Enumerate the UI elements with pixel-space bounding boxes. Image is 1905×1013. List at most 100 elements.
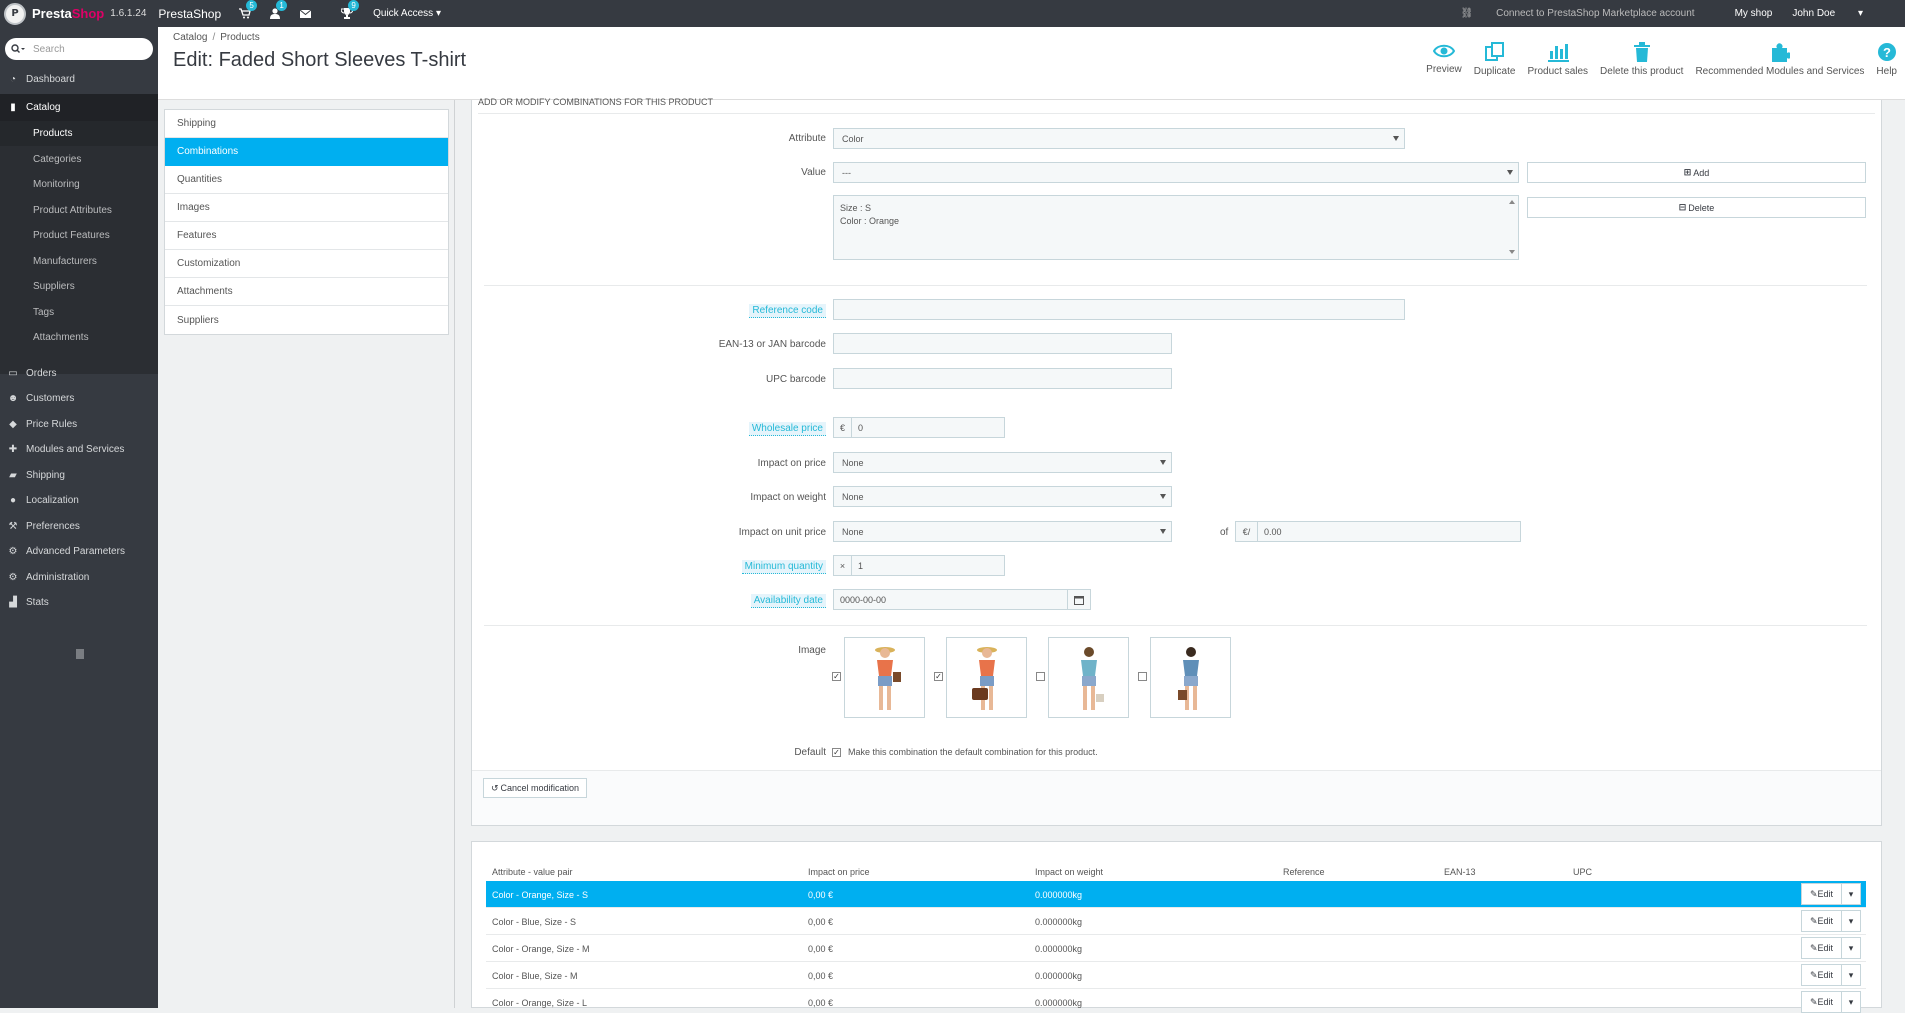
sidebar-sub-product-attributes[interactable]: Product Attributes [0,198,158,223]
impact-price-select[interactable]: None [833,452,1172,473]
sidebar-item-advanced-parameters[interactable]: ⚙ Advanced Parameters [0,539,158,564]
delete-product-button[interactable]: Delete this product [1596,42,1687,87]
availability-date-value[interactable]: 0000-00-00 [834,590,1067,609]
tab-shipping[interactable]: Shipping [165,110,448,138]
tab-images[interactable]: Images [165,194,448,222]
sidebar-item-stats[interactable]: ▟ Stats [0,590,158,615]
edit-button[interactable]: ✎ Edit [1802,965,1842,985]
orders-notification[interactable]: 5 [237,0,258,22]
sidebar-item-catalog[interactable]: ▮ Catalog [0,94,158,121]
default-checkbox[interactable]: ✓ [832,748,841,757]
wholesale-price-input[interactable]: €0 [833,417,1005,438]
edit-button[interactable]: ✎ Edit [1802,884,1842,904]
availability-date-input[interactable]: 0000-00-00 [833,589,1091,610]
unlink-icon: ⛓ [1460,8,1474,19]
upc-label-text: UPC barcode [765,374,826,385]
search-input[interactable]: Search [33,44,65,55]
image-checkbox-4[interactable] [1138,672,1147,681]
combination-attributes-list[interactable]: Size : S Color : Orange [833,195,1519,260]
upc-input[interactable] [833,368,1172,389]
min-qty-value[interactable]: 1 [852,556,1004,575]
unit-price-input[interactable]: €/0.00 [1235,521,1521,542]
sidebar-item-modules[interactable]: ✚ Modules and Services [0,437,158,462]
user-menu[interactable]: John Doe ▾ [1792,8,1883,19]
sidebar-item-orders[interactable]: ▭ Orders [0,361,158,386]
sidebar-sub-product-features[interactable]: Product Features [0,223,158,248]
sidebar-item-shipping[interactable]: ▰ Shipping [0,463,158,488]
sidebar-collapse-handle[interactable] [76,649,84,659]
table-row[interactable]: Color - Orange, Size - L 0,00 € 0.000000… [486,989,1866,1013]
caret-down-icon[interactable]: ▾ [1842,884,1860,904]
page-header: Catalog / Products Edit: Faded Short Sleev… [158,27,1905,100]
unit-price-value[interactable]: 0.00 [1258,522,1520,541]
tab-features[interactable]: Features [165,222,448,250]
impact-weight-select[interactable]: None [833,486,1172,507]
duplicate-button[interactable]: Duplicate [1470,42,1520,87]
sidebar-sub-suppliers[interactable]: Suppliers [0,274,158,299]
edit-button[interactable]: ✎ Edit [1802,992,1842,1012]
sidebar-item-dashboard[interactable]: ◔ Dashboard [0,67,158,92]
min-qty-input[interactable]: × 1 [833,555,1005,576]
image-checkbox-1[interactable]: ✓ [832,672,841,681]
sidebar-item-preferences[interactable]: ⚒ Preferences [0,514,158,539]
table-row[interactable]: Color - Orange, Size - M 0,00 € 0.000000… [486,935,1866,962]
image-checkbox-3[interactable] [1036,672,1045,681]
breadcrumb-products[interactable]: Products [220,32,259,43]
sidebar-sub-tags[interactable]: Tags [0,300,158,325]
sidebar-item-customers[interactable]: ☻ Customers [0,386,158,411]
logo[interactable]: P PrestaShop 1.6.1.24 [0,0,146,27]
attribute-label: Attribute [471,133,826,144]
image-checkbox-2[interactable]: ✓ [934,672,943,681]
tab-attachments[interactable]: Attachments [165,278,448,306]
table-row[interactable]: Color - Blue, Size - S 0,00 € 0.000000kg… [486,908,1866,935]
store-name[interactable]: PrestaShop [158,7,221,21]
marketplace-connect-link[interactable]: ⛓ Connect to PrestaShop Marketplace acco… [1461,8,1715,19]
sidebar-sub-manufacturers[interactable]: Manufacturers [0,249,158,274]
caret-down-icon[interactable]: ▾ [1842,938,1860,958]
wholesale-price-value[interactable]: 0 [852,418,1004,437]
tab-customization[interactable]: Customization [165,250,448,278]
sidebar-sub-products[interactable]: Products [0,121,158,146]
add-attribute-button[interactable]: ⊞ Add [1527,162,1866,183]
quick-access-menu[interactable]: Quick Access ▾ [373,8,441,19]
preview-button[interactable]: Preview [1422,42,1466,87]
calendar-icon[interactable] [1067,590,1090,609]
sidebar-item-administration[interactable]: ⚙ Administration [0,565,158,590]
impact-unit-select[interactable]: None [833,521,1172,542]
my-shop-link[interactable]: My shop [1735,8,1773,19]
search-icon[interactable] [11,44,33,54]
product-sales-button[interactable]: Product sales [1523,42,1592,87]
list-item[interactable]: Color : Orange [840,215,1512,228]
sidebar-item-price-rules[interactable]: ◆ Price Rules [0,412,158,437]
caret-down-icon[interactable]: ▾ [1842,911,1860,931]
row-price: 0,00 € [808,971,834,981]
notifications[interactable]: 9 [339,0,360,22]
messages-notification[interactable] [297,6,313,22]
tab-suppliers[interactable]: Suppliers [165,306,448,334]
sidebar-item-localization[interactable]: ● Localization [0,488,158,513]
edit-button[interactable]: ✎ Edit [1802,938,1842,958]
breadcrumb-catalog[interactable]: Catalog [173,32,207,43]
cancel-modification-button[interactable]: ↺ Cancel modification [483,778,587,798]
caret-down-icon[interactable]: ▾ [1842,992,1860,1012]
caret-down-icon[interactable]: ▾ [1842,965,1860,985]
edit-button[interactable]: ✎ Edit [1802,911,1842,931]
list-item[interactable]: Size : S [840,202,1512,215]
sidebar-sub-attachments[interactable]: Attachments [0,325,158,350]
ean-input[interactable] [833,333,1172,354]
tab-quantities[interactable]: Quantities [165,166,448,194]
recommended-modules-button[interactable]: Recommended Modules and Services [1691,42,1868,87]
sidebar-sub-categories[interactable]: Categories [0,147,158,172]
delete-attribute-button[interactable]: ⊟ Delete [1527,197,1866,218]
table-row[interactable]: Color - Blue, Size - M 0,00 € 0.000000kg… [486,962,1866,989]
sidebar-sub-monitoring[interactable]: Monitoring [0,172,158,197]
value-select[interactable]: --- [833,162,1519,183]
help-button[interactable]: ? Help [1872,42,1901,87]
customers-notification[interactable]: 1 [267,0,288,22]
reference-input[interactable] [833,299,1405,320]
scrollbar[interactable] [1508,198,1516,256]
sidebar-search[interactable]: Search [5,38,153,60]
attribute-select[interactable]: Color [833,128,1405,149]
table-row[interactable]: Color - Orange, Size - S 0,00 € 0.000000… [486,881,1866,908]
tab-combinations[interactable]: Combinations [165,138,448,166]
